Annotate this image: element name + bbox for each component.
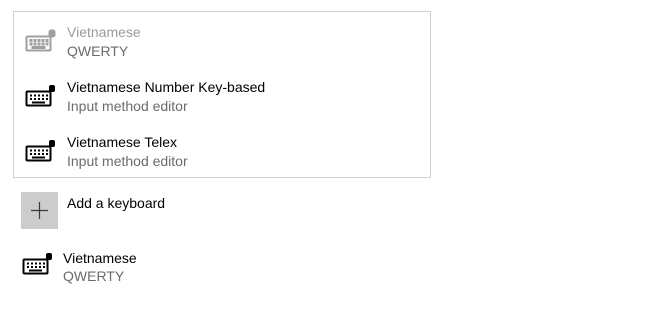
installed-keyboard-subtitle: QWERTY — [63, 268, 125, 284]
add-keyboard-tile[interactable] — [21, 192, 58, 229]
keyboard-icon — [25, 140, 55, 162]
item-subtitle: Input method editor — [67, 98, 188, 114]
installed-keyboard-vietnamese-qwerty[interactable]: Vietnamese QWERTY — [12, 246, 312, 291]
plus-icon — [31, 202, 48, 219]
flyout-item-vietnamese-telex[interactable]: Vietnamese Telex Input method editor — [14, 130, 430, 180]
item-title: Vietnamese — [67, 24, 141, 40]
item-subtitle: Input method editor — [67, 153, 188, 169]
keyboard-icon — [25, 85, 55, 107]
keyboard-icon — [22, 253, 52, 275]
add-keyboard-label: Add a keyboard — [67, 195, 166, 211]
item-title: Vietnamese Telex — [67, 134, 177, 150]
flyout-item-vietnamese-qwerty[interactable]: Vietnamese QWERTY — [14, 20, 430, 70]
item-title: Vietnamese Number Key-based — [67, 79, 266, 95]
keyboard-icon — [25, 29, 56, 52]
item-subtitle: QWERTY — [67, 43, 129, 59]
flyout-item-vietnamese-number-key-based[interactable]: Vietnamese Number Key-based Input method… — [14, 75, 430, 125]
keyboard-settings-page: Vietnamese QWERTY Vietnamese Number Key-… — [0, 0, 660, 320]
keyboard-picker-flyout: Vietnamese QWERTY Vietnamese Number Key-… — [13, 11, 431, 178]
installed-keyboard-title: Vietnamese — [63, 250, 137, 266]
add-keyboard-button[interactable]: Add a keyboard — [21, 192, 321, 232]
